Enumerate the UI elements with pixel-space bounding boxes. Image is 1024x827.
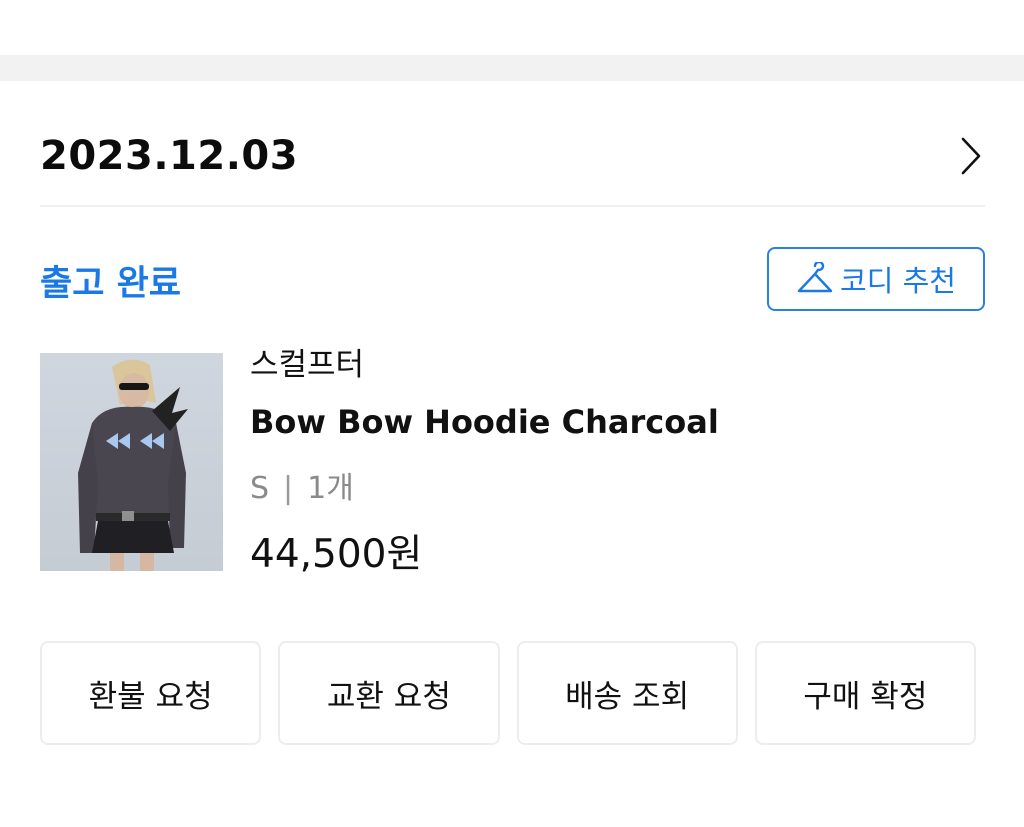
order-header[interactable]: 2023.12.03 bbox=[40, 127, 985, 185]
order-detail-button[interactable] bbox=[951, 136, 991, 176]
chevron-right-icon bbox=[961, 137, 981, 175]
hanger-icon bbox=[797, 262, 833, 293]
order-actions: 환불 요청 교환 요청 배송 조회 구매 확정 bbox=[40, 641, 976, 745]
option-separator: | bbox=[283, 471, 294, 506]
exchange-request-button[interactable]: 교환 요청 bbox=[278, 641, 500, 745]
confirm-purchase-button[interactable]: 구매 확정 bbox=[754, 641, 976, 745]
shipping-status: 출고 완료 bbox=[40, 264, 181, 304]
outfit-recommend-label: 코디 추천 bbox=[840, 264, 956, 298]
refund-request-button[interactable]: 환불 요청 bbox=[40, 641, 262, 745]
product-brand[interactable]: 스컬프터 bbox=[250, 339, 364, 384]
track-delivery-button[interactable]: 배송 조회 bbox=[516, 641, 738, 745]
section-separator-band bbox=[0, 55, 1024, 81]
product-price: 44,500원 bbox=[250, 532, 423, 577]
outfit-recommend-button[interactable]: 코디 추천 bbox=[767, 247, 985, 311]
header-divider bbox=[40, 205, 985, 207]
product-item: 스컬프터 Bow Bow Hoodie Charcoal S | 1개 44,500… bbox=[40, 339, 985, 579]
product-image[interactable] bbox=[40, 353, 223, 571]
status-row: 출고 완료 코디 추천 bbox=[40, 247, 985, 315]
option-quantity: 1개 bbox=[307, 471, 354, 506]
option-size: S bbox=[250, 471, 270, 506]
order-card: 2023.12.03 출고 완료 코디 추천 스컬프터 Bow Bow Hood… bbox=[0, 81, 1024, 827]
product-options: S | 1개 bbox=[250, 463, 354, 507]
product-name[interactable]: Bow Bow Hoodie Charcoal bbox=[250, 403, 719, 441]
order-date: 2023.12.03 bbox=[40, 133, 299, 179]
